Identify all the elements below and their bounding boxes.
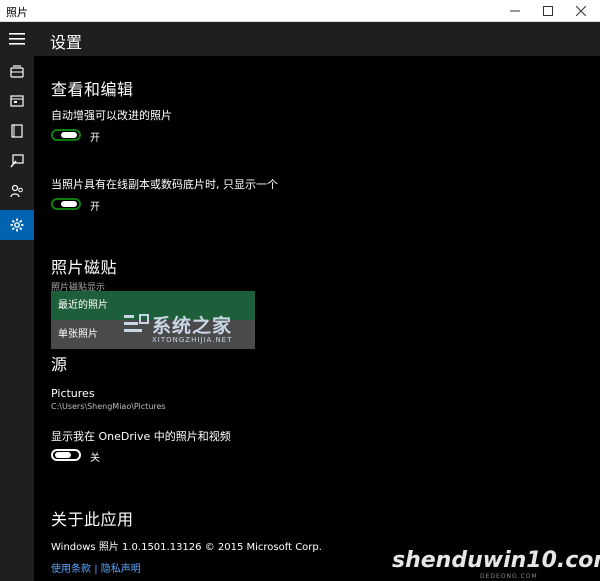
albums-icon bbox=[10, 95, 24, 107]
story-remix-icon bbox=[10, 154, 24, 168]
section-heading-source: 源 bbox=[51, 355, 68, 374]
auto-enhance-toggle[interactable] bbox=[51, 129, 81, 141]
rail-item-story-remix[interactable] bbox=[0, 146, 34, 176]
watermark-logo-text: 系统之家 bbox=[152, 315, 233, 337]
source-folder-name: Pictures bbox=[51, 387, 95, 400]
page-title: 设置 bbox=[50, 33, 83, 52]
duplicates-label: 当照片具有在线副本或数码底片时, 只显示一个 bbox=[51, 178, 278, 191]
section-heading-about: 关于此应用 bbox=[51, 510, 134, 529]
folders-icon bbox=[11, 124, 23, 138]
settings-content: 查看和编辑 自动增强可以改进的照片 开 当照片具有在线副本或数码底片时, 只显示… bbox=[34, 56, 600, 581]
terms-link[interactable]: 使用条款 bbox=[51, 564, 91, 575]
source-folder-path: C:\Users\ShengMiao\Pictures bbox=[51, 402, 166, 411]
gear-icon bbox=[10, 218, 24, 232]
window-title: 照片 bbox=[6, 6, 28, 19]
auto-enhance-state: 开 bbox=[90, 133, 100, 144]
section-heading-view-edit: 查看和编辑 bbox=[51, 80, 134, 99]
hamburger-icon bbox=[9, 33, 25, 45]
watermark-logo-icon bbox=[124, 314, 149, 332]
onedrive-toggle[interactable] bbox=[51, 449, 81, 461]
watermark-site: shenduwin10.com bbox=[392, 548, 600, 573]
people-icon bbox=[10, 184, 23, 198]
watermark-logo: 系统之家 XITONGZHIJIA.NET bbox=[120, 305, 255, 349]
version-text: Windows 照片 1.0.1501.13126 © 2015 Microso… bbox=[51, 542, 322, 553]
maximize-icon bbox=[543, 6, 553, 16]
maximize-button[interactable] bbox=[533, 0, 563, 22]
link-separator: | bbox=[94, 564, 98, 575]
duplicates-state: 开 bbox=[90, 202, 100, 213]
collection-icon bbox=[10, 65, 24, 78]
watermark-logo-subtext: XITONGZHIJIA.NET bbox=[152, 336, 233, 344]
close-button[interactable] bbox=[566, 0, 596, 22]
section-heading-live-tile: 照片磁贴 bbox=[51, 258, 118, 277]
rail-item-folders[interactable] bbox=[0, 116, 34, 146]
auto-enhance-label: 自动增强可以改进的照片 bbox=[51, 109, 172, 122]
about-links: 使用条款 | 隐私声明 bbox=[51, 560, 141, 575]
duplicates-toggle[interactable] bbox=[51, 198, 81, 210]
minimize-icon bbox=[510, 10, 520, 12]
title-bar: 照片 bbox=[0, 0, 600, 22]
close-icon bbox=[576, 6, 586, 16]
minimize-button[interactable] bbox=[500, 0, 530, 22]
onedrive-label: 显示我在 OneDrive 中的照片和视频 bbox=[51, 430, 231, 443]
onedrive-state: 关 bbox=[90, 453, 100, 464]
navigation-rail bbox=[0, 22, 34, 581]
hamburger-button[interactable] bbox=[0, 24, 34, 54]
rail-item-albums[interactable] bbox=[0, 86, 34, 116]
rail-item-settings[interactable] bbox=[0, 210, 34, 240]
watermark-site-sub: DEDEONG.COM bbox=[480, 573, 538, 580]
rail-item-people[interactable] bbox=[0, 176, 34, 206]
privacy-link[interactable]: 隐私声明 bbox=[101, 564, 141, 575]
rail-item-collection[interactable] bbox=[0, 56, 34, 86]
page-header: 设置 bbox=[34, 22, 600, 56]
